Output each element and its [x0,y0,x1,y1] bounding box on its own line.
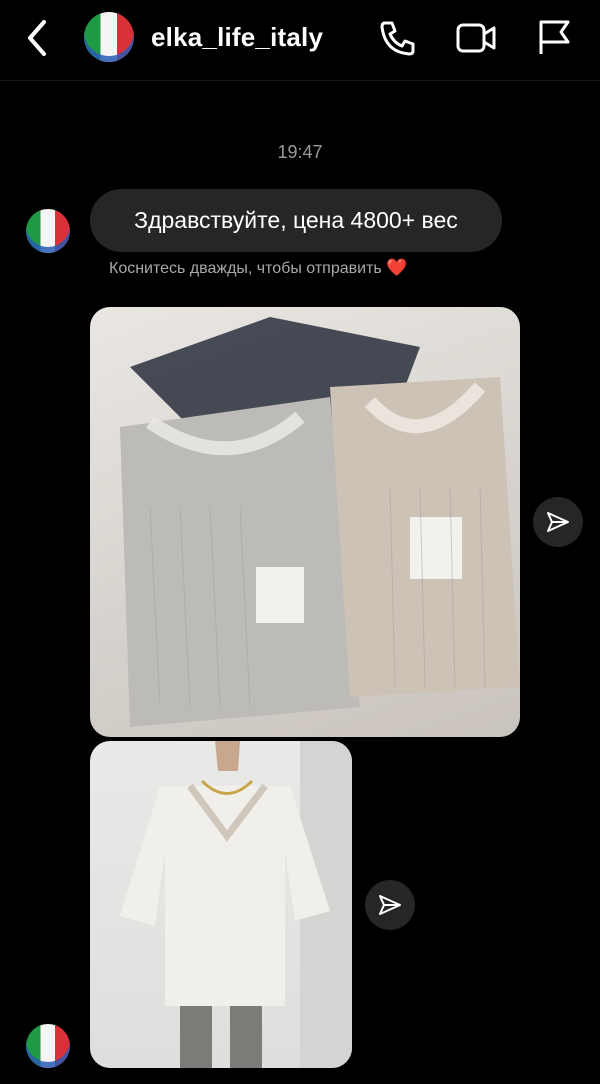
message-timestamp: 19:47 [277,142,323,162]
username-title[interactable]: elka_life_italy [151,22,323,53]
message-bubble[interactable]: Здравствуйте, цена 4800+ вес [90,189,502,252]
sweaters-photo-image [90,307,520,737]
video-camera-icon [456,23,496,53]
sender-avatar[interactable] [26,1024,70,1068]
sender-avatar[interactable] [26,209,70,253]
share-button-photo1[interactable] [533,497,583,547]
back-button[interactable] [22,18,54,58]
send-icon [547,512,569,532]
double-tap-hint-text: Коснитесь дважды, чтобы отправить [109,260,382,277]
heart-icon: ❤️ [386,258,408,277]
double-tap-hint: Коснитесь дважды, чтобы отправить ❤️ [109,258,407,278]
call-button[interactable] [377,18,417,58]
report-button[interactable] [535,18,575,58]
video-call-button[interactable] [455,18,496,58]
profile-avatar[interactable] [84,12,134,62]
phone-icon [380,21,415,56]
chat-header: elka_life_italy [0,0,600,81]
photo-message-white-sweater[interactable] [90,741,352,1068]
flag-icon [539,20,570,54]
chevron-left-icon [28,20,46,56]
share-button-photo2[interactable] [365,880,415,930]
send-icon [379,895,401,915]
sweater-model-photo-image [120,741,352,1068]
photo-message-sweaters-packaged[interactable] [90,307,520,737]
